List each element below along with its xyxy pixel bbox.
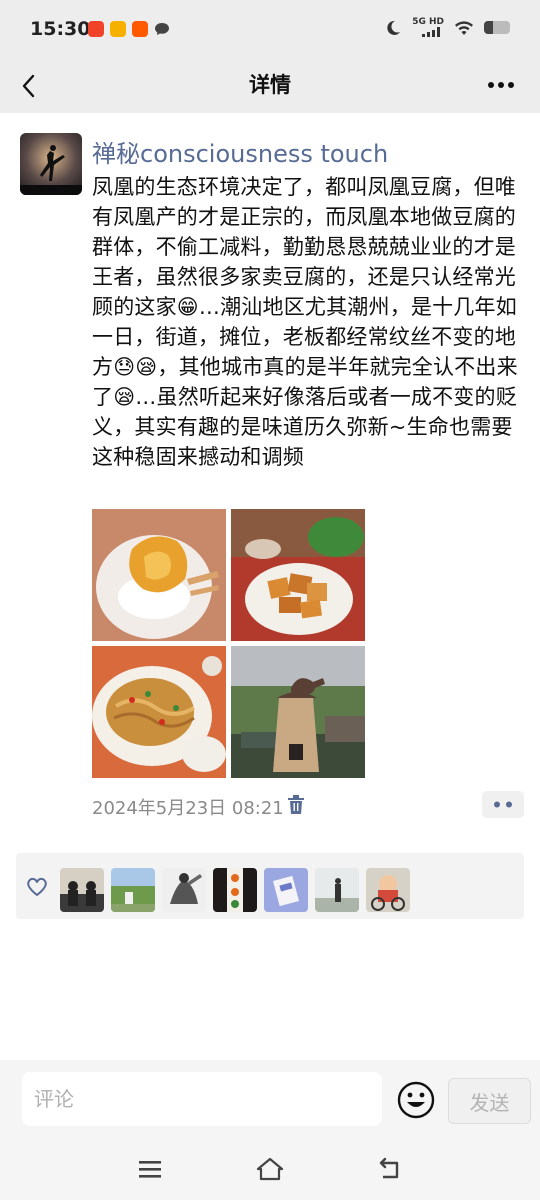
author-avatar[interactable]	[20, 133, 82, 195]
liker-avatar[interactable]	[111, 868, 155, 912]
message-icon	[155, 23, 169, 35]
liker-avatar[interactable]	[366, 868, 410, 912]
battery-icon	[484, 21, 510, 34]
post-actions-button[interactable]	[482, 791, 524, 818]
taobao-app-icon	[132, 21, 148, 37]
notification-badges	[88, 21, 170, 37]
status-indicators: 5G HD	[384, 18, 510, 37]
comment-composer: 发送	[0, 1060, 540, 1140]
home-icon[interactable]	[255, 1154, 285, 1184]
photo-fried-noodles-plate[interactable]	[92, 646, 226, 778]
liker-avatar[interactable]	[60, 868, 104, 912]
status-bar: 15:30 5G HD	[0, 0, 540, 60]
photo-tofu-in-bowl[interactable]	[92, 509, 226, 641]
more-dots-icon[interactable]	[484, 70, 518, 100]
trash-icon[interactable]	[287, 795, 305, 815]
liker-avatar[interactable]	[213, 868, 257, 912]
send-button[interactable]: 发送	[448, 1078, 531, 1124]
signal-icon	[422, 27, 440, 37]
comment-input[interactable]	[22, 1072, 382, 1126]
liker-avatar[interactable]	[264, 868, 308, 912]
status-time: 15:30	[30, 18, 91, 40]
nav-bar: 详情	[0, 60, 540, 113]
meituan-app-icon	[110, 21, 126, 37]
post-text: 凤凰的生态环境决定了，都叫凤凰豆腐，但唯有凤凰产的才是正宗的，而凤凰本地做豆腐的…	[92, 175, 518, 469]
liker-avatar[interactable]	[162, 868, 206, 912]
menu-icon[interactable]	[135, 1154, 165, 1184]
signal-group: 5G HD	[412, 18, 444, 37]
likes-panel	[16, 853, 524, 919]
moon-icon	[387, 20, 401, 35]
photo-fried-tofu-plate[interactable]	[231, 509, 365, 641]
author-name[interactable]: 禅秘consciousness touch	[92, 134, 388, 169]
liker-avatar[interactable]	[315, 868, 359, 912]
photo-clay-stove-garden[interactable]	[231, 646, 365, 778]
wifi-icon	[455, 20, 473, 35]
network-type: 5G HD	[412, 17, 444, 27]
page-title: 详情	[249, 73, 291, 97]
emoji-icon[interactable]	[396, 1080, 436, 1120]
pinduoduo-app-icon	[88, 21, 104, 37]
heart-icon	[27, 877, 47, 896]
system-nav-bar	[0, 1140, 540, 1200]
photo-grid	[92, 509, 365, 778]
back-icon[interactable]	[375, 1154, 405, 1184]
post-timestamp: 2024年5月23日 08:21	[92, 798, 284, 819]
